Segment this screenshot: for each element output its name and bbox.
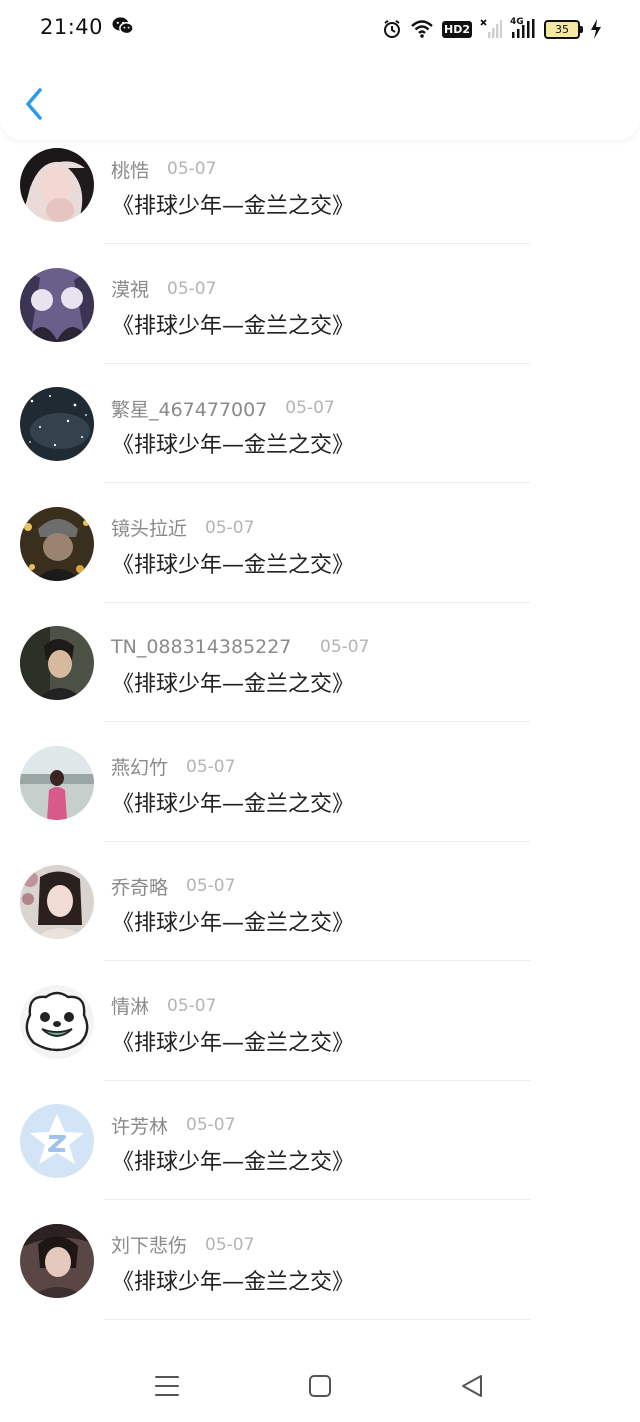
comment-date: 05-07 <box>186 756 236 777</box>
photo-avatar-5[interactable] <box>20 626 94 700</box>
username[interactable]: 繁星_467477007 <box>111 395 267 422</box>
wifi-icon <box>411 20 433 38</box>
status-bar: 21:40 HD2 4G 35 <box>0 0 640 56</box>
comment-meta: 刘下悲伤 05-07 <box>111 1232 254 1258</box>
comment-meta: 情淋 05-07 <box>111 993 216 1019</box>
photo-avatar-4[interactable] <box>20 506 94 581</box>
comment-date: 05-07 <box>167 995 217 1016</box>
username[interactable]: TN_088314385227 <box>111 636 293 658</box>
divider <box>104 840 530 842</box>
comment-date: 05-07 <box>186 1115 236 1135</box>
comment-text: 《排球少年—金兰之交》 <box>112 313 355 339</box>
back-triangle-icon[interactable] <box>455 1368 491 1404</box>
comment-date: 05-07 <box>285 398 335 418</box>
divider <box>104 482 530 483</box>
divider <box>104 721 530 722</box>
list-item[interactable]: 燕幻竹 05-07 《排球少年—金兰之交》 <box>0 738 640 858</box>
hd-voice-badge: HD2 <box>442 20 472 38</box>
list-item[interactable]: TN_088314385227 05-07 《排球少年—金兰之交》 <box>0 618 640 738</box>
comment-date: 05-07 <box>186 876 236 896</box>
list-item[interactable]: 漠視 05-07 《排球少年—金兰之交》 <box>0 260 640 380</box>
comment-meta: 燕幻竹 05-07 <box>111 754 235 780</box>
photo-avatar-6[interactable] <box>20 745 94 820</box>
network-type-label: 4G <box>510 17 524 27</box>
comment-meta: 许芳林 05-07 <box>111 1112 235 1138</box>
starry-avatar[interactable] <box>20 387 94 461</box>
battery-level: 35 <box>544 19 583 39</box>
comment-date: 05-07 <box>167 159 217 179</box>
comment-date: 05-07 <box>205 1234 255 1255</box>
comment-text: 《排球少年—金兰之交》 <box>112 911 355 936</box>
divider <box>104 1079 530 1081</box>
comment-text: 《排球少年—金兰之交》 <box>112 1269 355 1295</box>
menu-icon[interactable] <box>149 1368 185 1404</box>
comment-text: 《排球少年—金兰之交》 <box>112 791 355 817</box>
list-item[interactable]: 乔奇略 05-07 《排球少年—金兰之交》 <box>0 857 640 977</box>
username[interactable]: 情淋 <box>111 992 149 1019</box>
comment-meta: 桃悎 05-07 <box>111 156 216 182</box>
comment-date: 05-07 <box>205 517 255 538</box>
comment-text: 《排球少年—金兰之交》 <box>112 552 355 578</box>
list-item[interactable]: 情淋 05-07 《排球少年—金兰之交》 <box>0 977 640 1097</box>
comment-date: 05-07 <box>167 278 217 299</box>
username[interactable]: 漠視 <box>111 275 149 302</box>
username[interactable]: 燕幻竹 <box>111 753 168 780</box>
list-item[interactable]: 许芳林 05-07 《排球少年—金兰之交》 <box>0 1096 640 1216</box>
charging-icon <box>591 19 601 39</box>
username[interactable]: 许芳林 <box>111 1112 168 1139</box>
comment-meta: 漠視 05-07 <box>111 276 216 302</box>
home-icon[interactable] <box>302 1368 338 1404</box>
comment-meta: TN_088314385227 05-07 <box>111 634 369 660</box>
divider <box>104 1199 530 1200</box>
status-time: 21:40 <box>40 15 104 39</box>
divider <box>104 601 530 603</box>
list-item[interactable]: 繁星_467477007 05-07 《排球少年—金兰之交》 <box>0 379 640 499</box>
comment-text: 《排球少年—金兰之交》 <box>112 433 355 458</box>
comment-date: 05-07 <box>320 637 370 657</box>
system-nav-bar <box>0 1350 640 1422</box>
system-icons: HD2 4G 35 <box>382 16 602 42</box>
comment-meta: 乔奇略 05-07 <box>111 873 235 899</box>
divider <box>104 362 530 364</box>
photo-avatar-7[interactable] <box>20 865 94 939</box>
photo-avatar-2[interactable] <box>20 267 94 342</box>
divider <box>104 960 530 961</box>
divider <box>104 243 530 244</box>
divider <box>104 1318 530 1320</box>
photo-avatar-1[interactable] <box>20 148 94 222</box>
username[interactable]: 桃悎 <box>111 156 149 183</box>
default-qq-avatar[interactable] <box>20 1104 94 1178</box>
list-item[interactable]: 刘下悲伤 05-07 《排球少年—金兰之交》 <box>0 1216 640 1336</box>
comment-meta: 繁星_467477007 05-07 <box>111 395 335 421</box>
comment-text: 《排球少年—金兰之交》 <box>112 1150 355 1175</box>
signal-4g: 4G <box>510 17 536 39</box>
chevron-left-icon[interactable] <box>20 86 50 122</box>
comment-meta: 镜头拉近 05-07 <box>111 515 254 541</box>
username[interactable]: 镜头拉近 <box>111 514 187 541</box>
cartoon-dog-avatar[interactable] <box>20 984 94 1059</box>
photo-avatar-10[interactable] <box>20 1223 94 1298</box>
wechat-icon <box>112 17 134 35</box>
comment-text: 《排球少年—金兰之交》 <box>112 1030 355 1056</box>
signal-empty-icon <box>480 19 502 38</box>
comment-text: 《排球少年—金兰之交》 <box>112 672 355 697</box>
username[interactable]: 乔奇略 <box>111 873 168 900</box>
list-item[interactable]: 桃悎 05-07 《排球少年—金兰之交》 <box>0 140 640 260</box>
comment-text: 《排球少年—金兰之交》 <box>112 194 355 219</box>
comment-list: 桃悎 05-07 《排球少年—金兰之交》 漠視 05-07 《排球少年—金兰之交… <box>0 140 640 1335</box>
top-bar: 21:40 HD2 4G 35 <box>0 0 640 140</box>
list-item[interactable]: 镜头拉近 05-07 《排球少年—金兰之交》 <box>0 499 640 619</box>
alarm-icon <box>384 19 400 38</box>
username[interactable]: 刘下悲伤 <box>111 1231 187 1258</box>
